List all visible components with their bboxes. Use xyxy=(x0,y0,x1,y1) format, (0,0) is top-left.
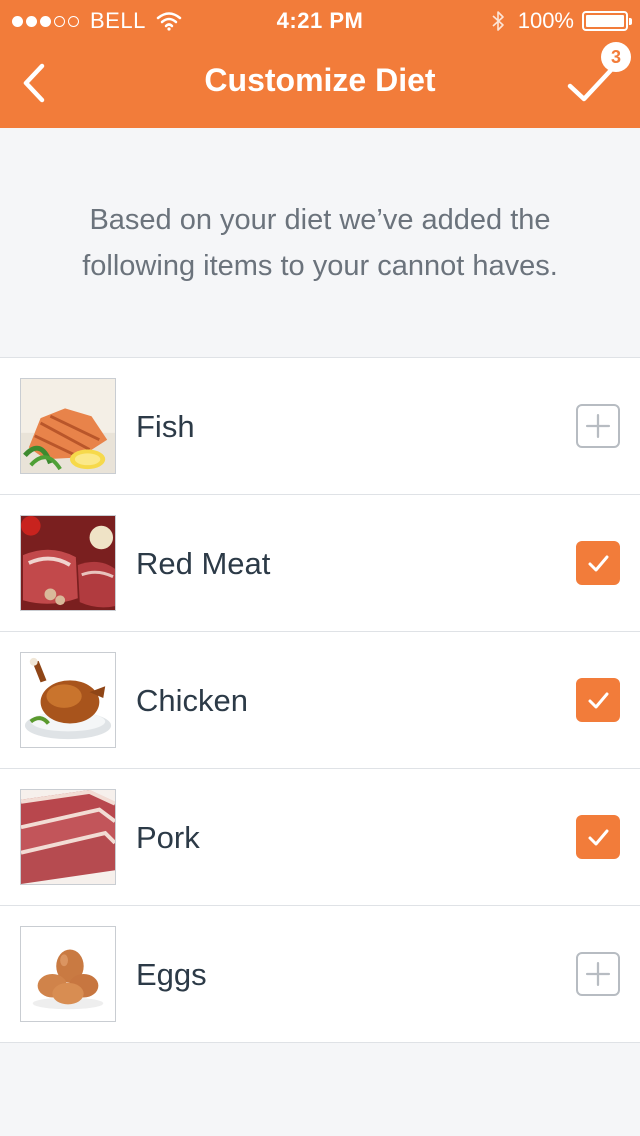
diet-item-pork[interactable]: Pork xyxy=(0,769,640,906)
checkmark-icon xyxy=(588,829,609,846)
selected-count-badge: 3 xyxy=(601,42,631,72)
checked-item-button[interactable] xyxy=(576,541,620,585)
diet-item-eggs[interactable]: Eggs xyxy=(0,906,640,1043)
add-item-button[interactable] xyxy=(576,404,620,448)
bluetooth-icon xyxy=(492,11,504,31)
page-title: Customize Diet xyxy=(204,62,436,98)
status-bar: BELL 4:21 PM 100% xyxy=(0,0,640,40)
diet-item-fish[interactable]: Fish xyxy=(0,358,640,495)
diet-item-label: Pork xyxy=(136,820,200,855)
chicken-photo xyxy=(20,652,116,748)
diet-item-label: Chicken xyxy=(136,683,248,718)
status-right: 100% xyxy=(490,8,632,34)
battery-icon xyxy=(582,11,632,31)
plus-icon xyxy=(585,413,611,439)
red-meat-photo xyxy=(20,515,116,611)
diet-item-label: Red Meat xyxy=(136,546,271,581)
checkmark-icon xyxy=(588,555,609,572)
diet-item-label: Eggs xyxy=(136,957,207,992)
nav-header: BELL 4:21 PM 100% Customize Diet 3 xyxy=(0,0,640,128)
plus-icon xyxy=(585,961,611,987)
checkmark-icon xyxy=(588,692,609,709)
fish-photo xyxy=(20,378,116,474)
add-item-button[interactable] xyxy=(576,952,620,996)
diet-item-chicken[interactable]: Chicken xyxy=(0,632,640,769)
checked-item-button[interactable] xyxy=(576,678,620,722)
checked-item-button[interactable] xyxy=(576,815,620,859)
pork-photo xyxy=(20,789,116,885)
intro-text: Based on your diet we’ve added the follo… xyxy=(82,204,558,282)
eggs-photo xyxy=(20,926,116,1022)
diet-items-list: Fish Red Meat Chicken Pork Eggs xyxy=(0,357,640,1043)
diet-item-label: Fish xyxy=(136,409,195,444)
battery-percentage: 100% xyxy=(517,8,574,33)
diet-item-red-meat[interactable]: Red Meat xyxy=(0,495,640,632)
